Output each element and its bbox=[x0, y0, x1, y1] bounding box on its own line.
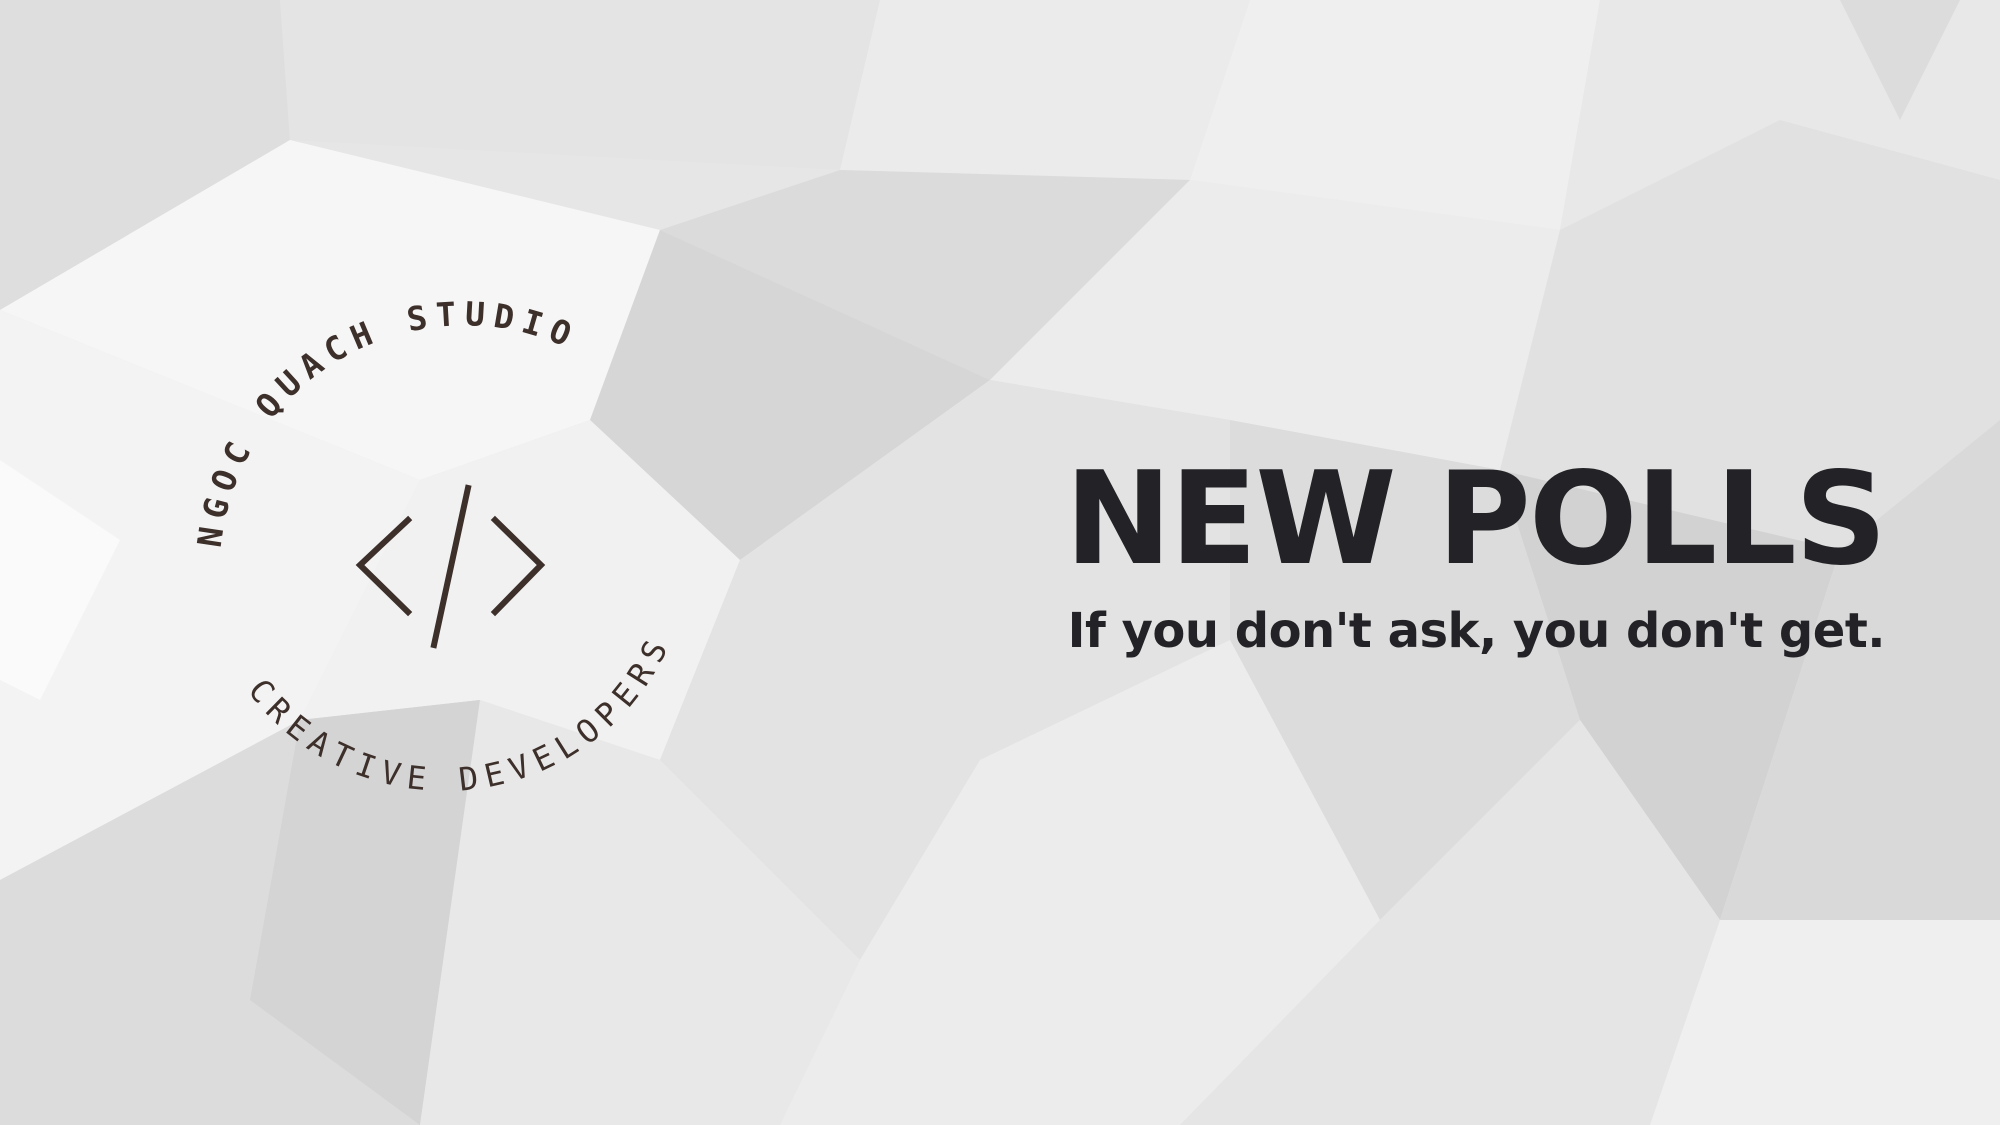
headline-block: NEW POLLS If you don't ask, you don't ge… bbox=[1064, 445, 1887, 660]
logo-top-arc-text: NGOC QUACH STUDIO bbox=[190, 294, 585, 549]
code-brackets-icon bbox=[355, 484, 546, 649]
headline: NEW POLLS bbox=[1064, 445, 1887, 594]
logo-bottom-arc-text: CREATIVE DEVELOPERS bbox=[241, 627, 679, 799]
banner: NGOC QUACH STUDIO CREATIVE DEVELOPERS NE… bbox=[0, 0, 2000, 1125]
tagline: If you don't ask, you don't get. bbox=[1067, 603, 1886, 659]
